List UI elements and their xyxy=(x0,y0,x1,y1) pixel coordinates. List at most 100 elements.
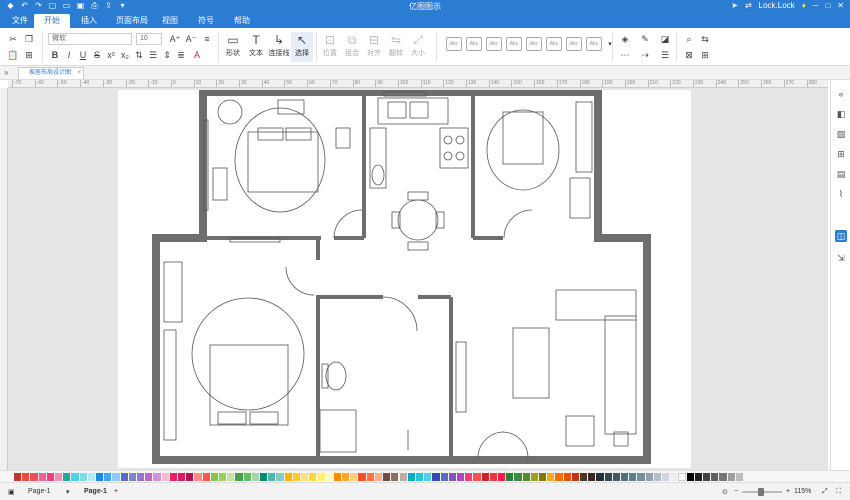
color-swatch[interactable] xyxy=(251,473,260,481)
select-tool[interactable]: ↖ 选择 xyxy=(291,32,313,62)
color-swatch[interactable] xyxy=(153,473,161,481)
color-swatch[interactable] xyxy=(22,473,30,481)
menu-help[interactable]: 帮助 xyxy=(224,14,260,28)
italic-icon[interactable]: I xyxy=(62,48,76,62)
zoom-slider-handle[interactable] xyxy=(758,488,764,496)
color-swatch[interactable] xyxy=(645,473,653,481)
color-swatch[interactable] xyxy=(563,473,571,481)
color-swatch[interactable] xyxy=(579,473,588,481)
font-color-icon[interactable]: A xyxy=(190,48,204,62)
color-swatch[interactable] xyxy=(473,473,481,481)
zoom-out-icon[interactable]: − xyxy=(734,488,738,495)
user-name[interactable]: Lock.Lock xyxy=(759,1,795,10)
font-family-select[interactable]: 微软 xyxy=(48,33,132,45)
style-preset-7[interactable]: Abc xyxy=(566,37,582,51)
menu-insert[interactable]: 插入 xyxy=(71,14,107,28)
color-swatch[interactable] xyxy=(366,473,374,481)
color-swatch[interactable] xyxy=(120,473,128,481)
color-swatch[interactable] xyxy=(399,473,407,481)
minimize-icon[interactable]: ─ xyxy=(813,1,819,10)
zoom-level[interactable]: 115% xyxy=(794,488,811,495)
color-swatch[interactable] xyxy=(145,473,153,481)
color-swatch[interactable] xyxy=(284,473,292,481)
crop-icon[interactable]: ⊠ xyxy=(682,48,696,62)
tab-close-icon[interactable]: × xyxy=(77,68,81,79)
color-swatch[interactable] xyxy=(317,473,325,481)
color-swatch[interactable] xyxy=(686,473,694,481)
color-swatch[interactable] xyxy=(46,473,54,481)
color-swatch[interactable] xyxy=(702,473,711,481)
color-swatch[interactable] xyxy=(243,473,251,481)
paste-icon[interactable]: 📋 xyxy=(6,48,20,62)
color-swatch[interactable] xyxy=(96,473,104,481)
menu-page-layout[interactable]: 页面布局 xyxy=(106,14,158,28)
grid-layout-icon[interactable]: ⊞ xyxy=(835,148,847,160)
color-swatch[interactable] xyxy=(235,473,243,481)
replace-icon[interactable]: ⇆ xyxy=(698,32,712,46)
position-tool[interactable]: ⊡ 位置 xyxy=(319,32,341,62)
arrange-icon[interactable]: ⊞ xyxy=(698,48,712,62)
drawing-page[interactable] xyxy=(118,88,691,468)
color-swatch[interactable] xyxy=(194,473,202,481)
color-swatch[interactable] xyxy=(719,473,727,481)
page-dropdown-icon[interactable]: ▾ xyxy=(66,488,70,496)
color-swatch[interactable] xyxy=(55,473,63,481)
color-swatch[interactable] xyxy=(309,473,317,481)
cut-icon[interactable]: ✂ xyxy=(6,32,20,46)
color-swatch[interactable] xyxy=(530,473,538,481)
size-tool[interactable]: ⤢ 大小 xyxy=(407,32,429,62)
page-layout-icon[interactable]: ▣ xyxy=(8,488,15,496)
image-icon[interactable]: ▨ xyxy=(835,128,847,140)
menu-symbol[interactable]: 符号 xyxy=(188,14,224,28)
menu-view[interactable]: 视图 xyxy=(152,14,188,28)
color-swatch[interactable] xyxy=(350,473,358,481)
style-preset-6[interactable]: Abc xyxy=(546,37,562,51)
color-swatch[interactable] xyxy=(497,473,506,481)
color-swatch[interactable] xyxy=(112,473,120,481)
color-swatch[interactable] xyxy=(711,473,719,481)
align-icon[interactable]: ≡ xyxy=(200,32,214,46)
style-preset-5[interactable]: Abc xyxy=(526,37,542,51)
fit-width-icon[interactable]: ⤢ xyxy=(822,488,828,496)
maximize-icon[interactable]: □ xyxy=(825,1,830,10)
color-swatch[interactable] xyxy=(661,473,670,481)
search-icon[interactable]: ⌕ xyxy=(682,32,696,46)
color-swatch[interactable] xyxy=(374,473,383,481)
style-preset-8[interactable]: Abc xyxy=(586,37,602,51)
line-spacing-icon[interactable]: ⇕ xyxy=(160,48,174,62)
floor-plan[interactable] xyxy=(118,88,691,468)
color-swatch[interactable] xyxy=(128,473,137,481)
color-swatch[interactable] xyxy=(161,473,169,481)
color-swatch[interactable] xyxy=(79,473,87,481)
page-tab[interactable]: Page-1 xyxy=(84,488,107,495)
send-icon[interactable]: ➤ xyxy=(731,1,738,10)
color-swatch[interactable] xyxy=(292,473,301,481)
text-align-icon[interactable]: ≣ xyxy=(174,48,188,62)
menu-home[interactable]: 开始 xyxy=(34,14,70,28)
color-swatch[interactable] xyxy=(391,473,399,481)
color-swatch[interactable] xyxy=(227,473,235,481)
color-swatch[interactable] xyxy=(596,473,604,481)
color-swatch[interactable] xyxy=(522,473,530,481)
color-swatch[interactable] xyxy=(571,473,579,481)
line-color-icon[interactable]: ✎ xyxy=(638,32,652,46)
style-preset-3[interactable]: Abc xyxy=(486,37,502,51)
font-size-select[interactable]: 10 xyxy=(136,33,162,45)
color-swatch[interactable] xyxy=(514,473,522,481)
color-swatch[interactable] xyxy=(137,473,145,481)
color-swatch[interactable] xyxy=(637,473,645,481)
chart-icon[interactable]: ⌇ xyxy=(835,188,847,200)
color-swatch[interactable] xyxy=(260,473,268,481)
color-swatch[interactable] xyxy=(424,473,432,481)
zoom-in-icon[interactable]: + xyxy=(786,488,790,495)
theme-icon[interactable]: ◫ xyxy=(835,230,847,242)
color-swatch[interactable] xyxy=(63,473,71,481)
color-swatch[interactable] xyxy=(14,473,22,481)
color-swatch[interactable] xyxy=(301,473,309,481)
style-gallery-more-icon[interactable]: ▾ xyxy=(603,37,617,51)
hyperlink-icon[interactable]: ⇲ xyxy=(835,252,847,264)
color-swatch[interactable] xyxy=(104,473,112,481)
color-swatch[interactable] xyxy=(489,473,497,481)
add-page-icon[interactable]: + xyxy=(114,488,118,495)
color-swatch[interactable] xyxy=(210,473,219,481)
